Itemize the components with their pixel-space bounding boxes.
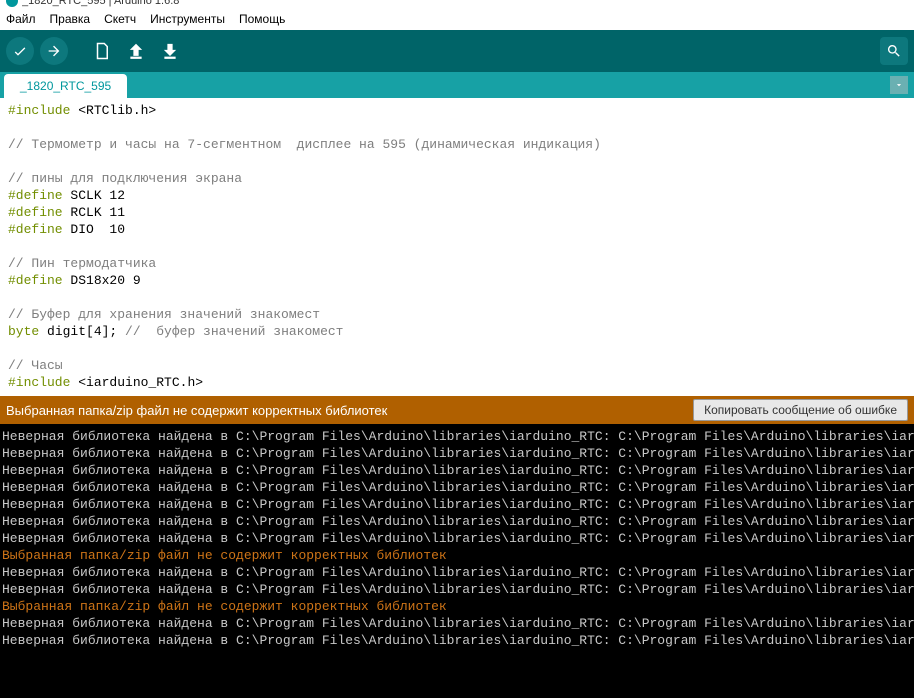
menubar: Файл Правка Скетч Инструменты Помощь <box>0 8 914 30</box>
arrow-right-icon <box>46 43 62 59</box>
code-token: #define <box>8 222 63 237</box>
status-message: Выбранная папка/zip файл не содержит кор… <box>6 403 387 418</box>
upload-button[interactable] <box>40 37 68 65</box>
menu-sketch[interactable]: Скетч <box>104 12 136 26</box>
code-token: <RTClib.h> <box>70 103 156 118</box>
copy-error-button[interactable]: Копировать сообщение об ошибке <box>693 399 908 421</box>
code-comment: // Пин термодатчика <box>8 256 156 271</box>
code-comment: // буфер значений знакомест <box>125 324 343 339</box>
code-token: byte <box>8 324 39 339</box>
code-token: #define <box>8 273 63 288</box>
tab-menu-button[interactable] <box>890 76 908 94</box>
console-line: Неверная библиотека найдена в C:\Program… <box>2 531 914 546</box>
code-token: #define <box>8 188 63 203</box>
tab-sketch[interactable]: _1820_RTC_595 <box>4 74 127 98</box>
verify-button[interactable] <box>6 37 34 65</box>
console-line: Неверная библиотека найдена в C:\Program… <box>2 514 914 529</box>
code-comment: // Буфер для хранения значений знакомест <box>8 307 320 322</box>
console-line: Неверная библиотека найдена в C:\Program… <box>2 429 914 444</box>
console-error-line: Выбранная папка/zip файл не содержит кор… <box>2 548 447 563</box>
serial-monitor-button[interactable] <box>880 37 908 65</box>
file-icon <box>93 42 111 60</box>
console-line: Неверная библиотека найдена в C:\Program… <box>2 633 914 648</box>
console-error-line: Выбранная папка/zip файл не содержит кор… <box>2 599 447 614</box>
code-token: digit[4]; <box>39 324 125 339</box>
console-line: Неверная библиотека найдена в C:\Program… <box>2 616 914 631</box>
search-icon <box>886 43 902 59</box>
save-button[interactable] <box>156 37 184 65</box>
toolbar <box>0 30 914 72</box>
menu-edit[interactable]: Правка <box>50 12 91 26</box>
code-token: #define <box>8 205 63 220</box>
new-button[interactable] <box>88 37 116 65</box>
code-token: #include <box>8 103 70 118</box>
console-line: Неверная библиотека найдена в C:\Program… <box>2 446 914 461</box>
tab-label: _1820_RTC_595 <box>20 79 111 93</box>
arduino-logo-icon <box>6 0 18 7</box>
menu-file[interactable]: Файл <box>6 12 36 26</box>
code-token: DS18x20 9 <box>63 273 141 288</box>
code-comment: // Термометр и часы на 7-сегментном дисп… <box>8 137 601 152</box>
code-token: #include <box>8 375 70 390</box>
console-line: Неверная библиотека найдена в C:\Program… <box>2 480 914 495</box>
menu-tools[interactable]: Инструменты <box>150 12 225 26</box>
code-token: SCLK 12 <box>63 188 125 203</box>
code-token: RCLK 11 <box>63 205 125 220</box>
output-console[interactable]: Неверная библиотека найдена в C:\Program… <box>0 424 914 698</box>
console-line: Неверная библиотека найдена в C:\Program… <box>2 582 914 597</box>
menu-help[interactable]: Помощь <box>239 12 285 26</box>
chevron-down-icon <box>894 80 904 90</box>
check-icon <box>12 43 28 59</box>
console-line: Неверная библиотека найдена в C:\Program… <box>2 497 914 512</box>
code-comment: // Часы <box>8 358 63 373</box>
titlebar: _1820_RTC_595 | Arduino 1.6.8 <box>0 0 914 8</box>
open-button[interactable] <box>122 37 150 65</box>
arrow-down-icon <box>161 42 179 60</box>
window-title: _1820_RTC_595 | Arduino 1.6.8 <box>22 0 179 7</box>
code-token: <iarduino_RTC.h> <box>70 375 203 390</box>
tabbar: _1820_RTC_595 <box>0 72 914 98</box>
console-line: Неверная библиотека найдена в C:\Program… <box>2 565 914 580</box>
code-token: DIO 10 <box>63 222 125 237</box>
code-comment: // пины для подключения экрана <box>8 171 242 186</box>
arrow-up-icon <box>127 42 145 60</box>
status-bar: Выбранная папка/zip файл не содержит кор… <box>0 396 914 424</box>
console-line: Неверная библиотека найдена в C:\Program… <box>2 463 914 478</box>
code-editor[interactable]: #include <RTClib.h> // Термометр и часы … <box>0 98 914 396</box>
